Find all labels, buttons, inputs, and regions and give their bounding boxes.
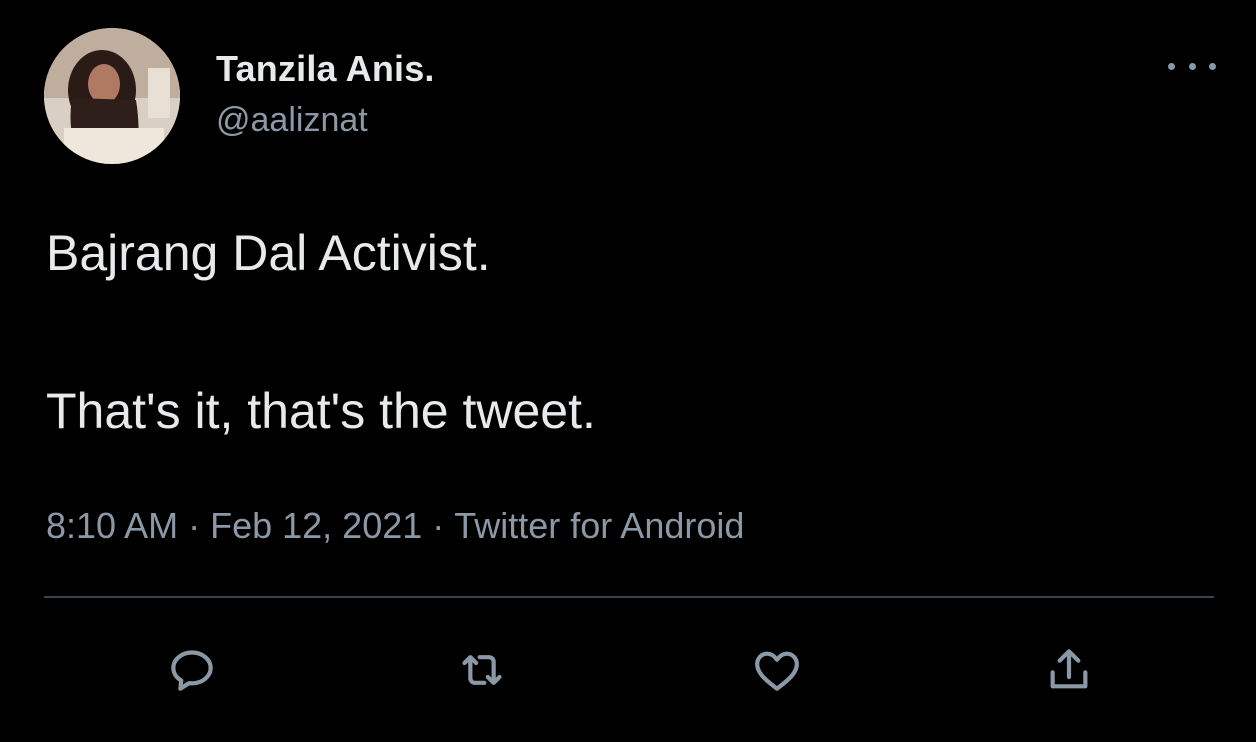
tweet-date[interactable]: Feb 12, 2021	[210, 505, 422, 546]
meta-separator: ·	[432, 505, 445, 546]
meta-separator: ·	[188, 505, 201, 546]
tweet-card: Tanzila Anis. @aaliznat Bajrang Dal Acti…	[0, 0, 1256, 742]
more-dot	[1168, 62, 1175, 70]
reply-button[interactable]	[162, 640, 222, 700]
tweet-text-line-1: Bajrang Dal Activist.	[46, 225, 491, 281]
author-handle[interactable]: @aaliznat	[216, 101, 368, 140]
more-dot	[1209, 62, 1216, 70]
more-options-icon[interactable]	[1168, 52, 1216, 80]
tweet-source[interactable]: Twitter for Android	[454, 505, 744, 546]
like-button[interactable]	[747, 640, 807, 700]
more-dot	[1188, 62, 1196, 70]
tweet-metadata: 8:10 AM · Feb 12, 2021 · Twitter for Android	[46, 505, 744, 547]
avatar[interactable]	[44, 28, 180, 164]
retweet-button[interactable]	[452, 640, 512, 700]
tweet-time[interactable]: 8:10 AM	[46, 505, 178, 546]
avatar-image	[44, 28, 180, 164]
retweet-icon	[462, 655, 502, 685]
tweet-text-line-2: That's it, that's the tweet.	[46, 383, 596, 439]
author-name[interactable]: Tanzila Anis.	[216, 48, 435, 90]
share-icon	[1050, 649, 1088, 689]
share-button[interactable]	[1039, 640, 1099, 700]
reply-icon	[171, 650, 213, 691]
divider	[44, 596, 1214, 598]
heart-icon	[755, 651, 799, 691]
